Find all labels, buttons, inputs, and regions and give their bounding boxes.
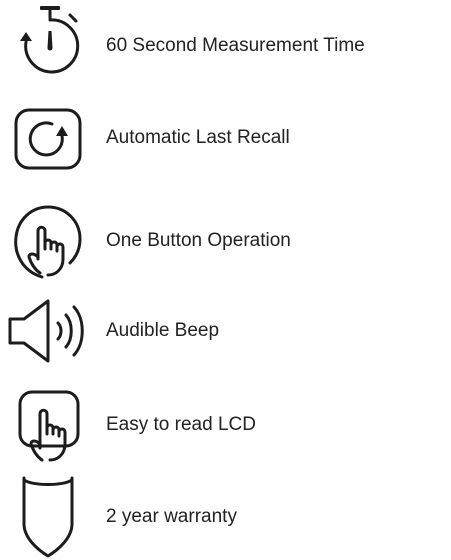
feature-label-last-recall: Automatic Last Recall bbox=[106, 127, 290, 148]
shield-icon bbox=[4, 470, 96, 560]
recall-arrow-icon bbox=[4, 92, 96, 182]
feature-list: 60 Second Measurement Time Automatic Las… bbox=[0, 0, 451, 560]
feature-label-one-button: One Button Operation bbox=[106, 230, 291, 251]
feature-item-audible-beep: Audible Beep bbox=[0, 285, 451, 375]
feature-item-measurement-time: 60 Second Measurement Time bbox=[0, 0, 451, 90]
feature-label-warranty: 2 year warranty bbox=[106, 506, 237, 527]
feature-label-measurement-time: 60 Second Measurement Time bbox=[106, 35, 365, 56]
feature-item-warranty: 2 year warranty bbox=[0, 470, 451, 560]
feature-item-one-button: One Button Operation bbox=[0, 193, 451, 283]
speaker-icon bbox=[4, 285, 96, 375]
feature-item-lcd: Easy to read LCD bbox=[0, 376, 451, 466]
pointing-hand-icon bbox=[4, 193, 96, 283]
feature-label-lcd: Easy to read LCD bbox=[106, 414, 256, 435]
feature-label-audible-beep: Audible Beep bbox=[106, 320, 220, 341]
finger-press-icon bbox=[4, 376, 96, 466]
feature-item-last-recall: Automatic Last Recall bbox=[0, 92, 451, 182]
stopwatch-icon bbox=[4, 0, 96, 90]
